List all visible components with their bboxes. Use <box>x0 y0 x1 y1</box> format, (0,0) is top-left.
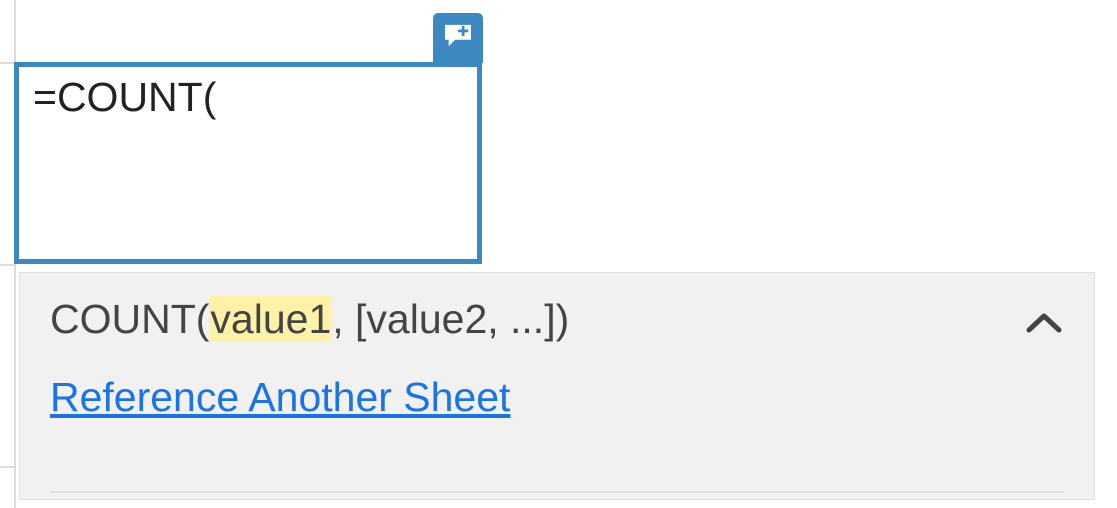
grid-line <box>0 264 14 266</box>
chevron-up-icon <box>1025 311 1063 340</box>
formula-signature: COUNT(value1, [value2, ...]) <box>50 297 1064 342</box>
current-argument: value1 <box>209 296 332 342</box>
comment-plus-icon <box>443 23 473 54</box>
open-paren: ( <box>196 296 210 342</box>
reference-another-sheet-link[interactable]: Reference Another Sheet <box>50 374 510 421</box>
grid-line <box>0 62 14 64</box>
tooltip-divider <box>50 491 1064 493</box>
cell-formula-editor[interactable]: =COUNT( <box>14 62 482 264</box>
rest-arguments: , [value2, ...]) <box>332 296 569 342</box>
grid-line <box>0 466 14 468</box>
collapse-tooltip-button[interactable] <box>1022 303 1066 347</box>
formula-tooltip-panel: COUNT(value1, [value2, ...]) Reference A… <box>19 272 1095 500</box>
add-comment-button[interactable] <box>433 13 483 63</box>
formula-text: =COUNT( <box>33 74 216 120</box>
fn-name: COUNT <box>50 296 196 342</box>
